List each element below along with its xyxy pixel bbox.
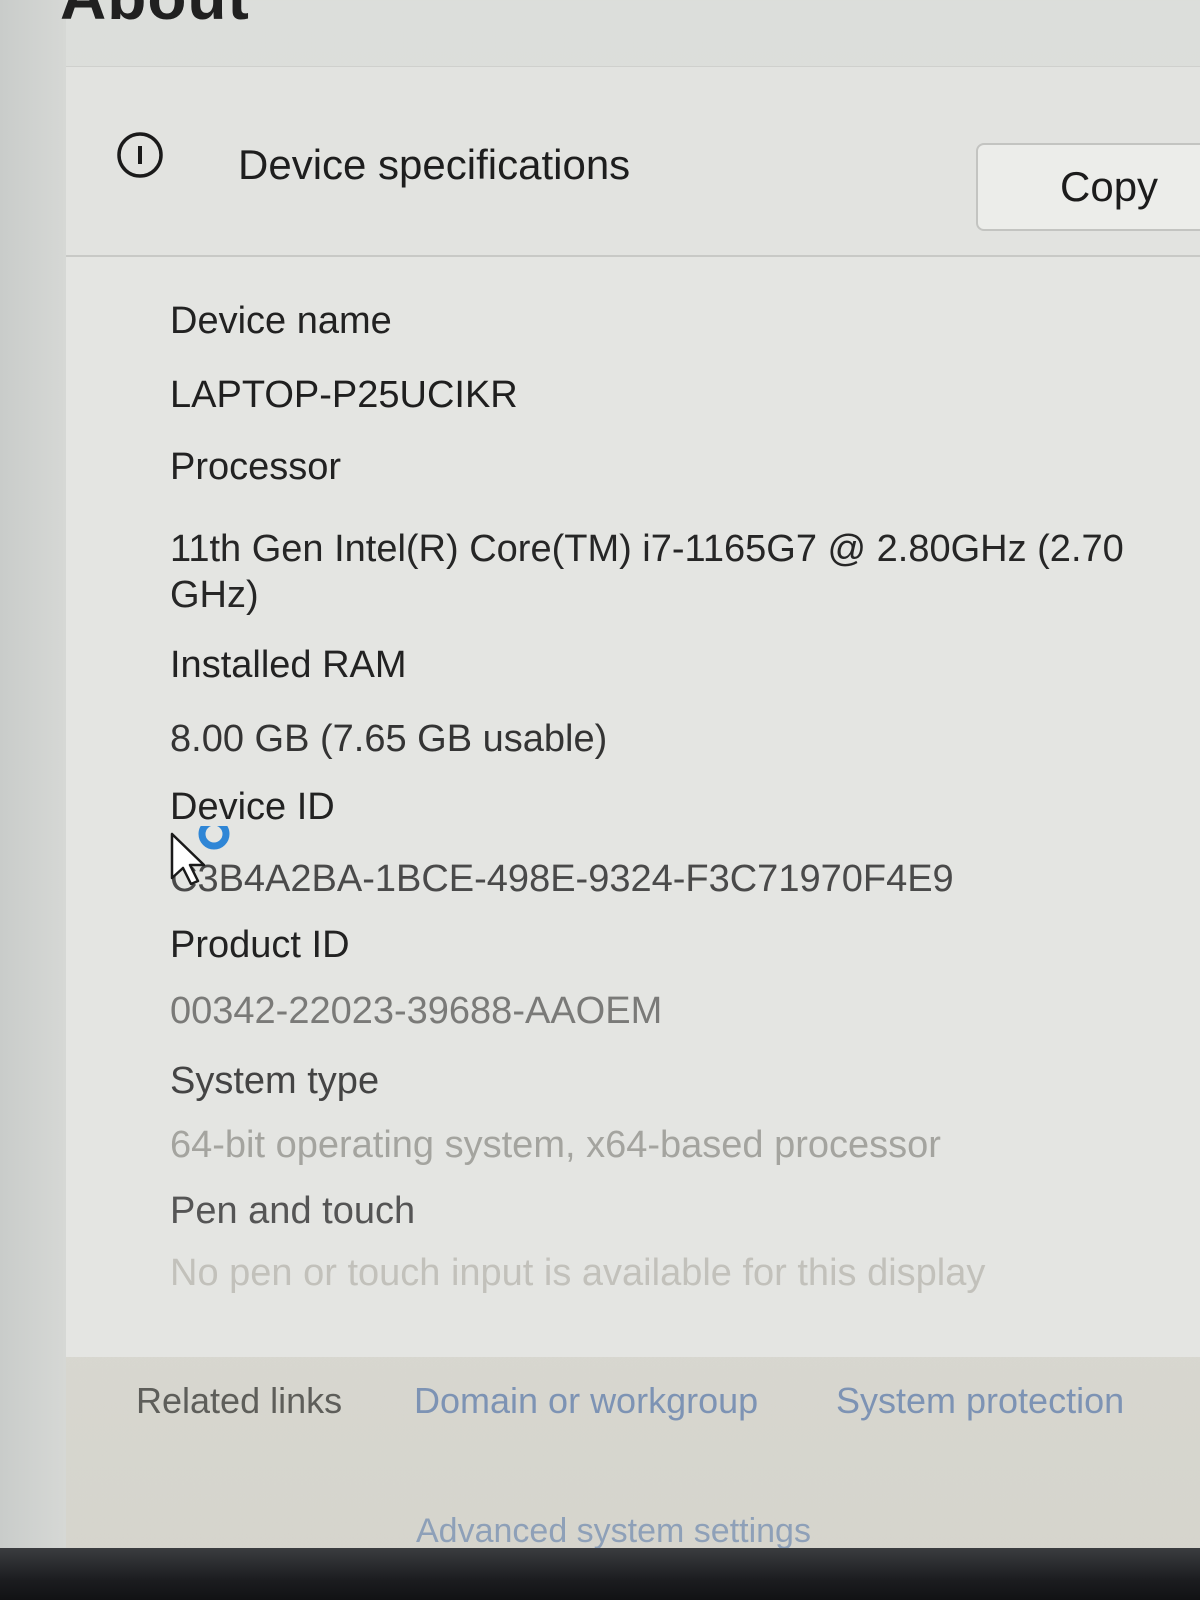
screen-bezel [0, 1548, 1200, 1600]
related-links-row: Related links Domain or workgroup System… [66, 1380, 1200, 1440]
spec-label: Pen and touch [170, 1190, 416, 1232]
spec-device-id: Device ID [170, 782, 335, 832]
spec-value[interactable]: 00342-22023-39688-AAOEM [170, 988, 662, 1034]
page-title: About [60, 0, 250, 34]
spec-installed-ram-value-row: 8.00 GB (7.65 GB usable) [170, 716, 607, 762]
spec-value[interactable]: No pen or touch input is available for t… [170, 1250, 985, 1296]
busy-cursor-icon [170, 826, 230, 886]
related-links-label: Related links [136, 1380, 343, 1421]
spec-system-type-value-row: 64-bit operating system, x64-based proce… [170, 1122, 941, 1168]
spec-product-id: Product ID [170, 920, 350, 970]
info-icon [117, 132, 163, 178]
spec-label: Device ID [170, 786, 335, 828]
window-edge [0, 0, 66, 1600]
spec-installed-ram: Installed RAM [170, 640, 407, 690]
spec-label: Processor [170, 446, 342, 488]
spec-value[interactable]: C3B4A2BA-1BCE-498E-9324-F3C71970F4E9 [170, 856, 954, 902]
spec-device-id-value-row: C3B4A2BA-1BCE-498E-9324-F3C71970F4E9 [170, 856, 954, 902]
spec-value[interactable]: 64-bit operating system, x64-based proce… [170, 1122, 941, 1168]
spec-pen-and-touch: Pen and touch [170, 1186, 415, 1236]
spec-pen-and-touch-value-row: No pen or touch input is available for t… [170, 1250, 985, 1296]
spec-system-type: System type [170, 1056, 379, 1106]
card-title: Device specifications [238, 141, 631, 188]
spec-processor: Processor [170, 442, 341, 492]
spec-label: Product ID [170, 924, 350, 966]
spec-product-id-value-row: 00342-22023-39688-AAOEM [170, 988, 662, 1034]
card-header[interactable]: Device specifications Copy [66, 67, 1200, 257]
spec-value[interactable]: 8.00 GB (7.65 GB usable) [170, 716, 607, 762]
spec-label: System type [170, 1060, 380, 1102]
copy-button[interactable]: Copy [976, 143, 1200, 231]
spec-label: Installed RAM [170, 644, 407, 686]
spec-device-name-value-row: LAPTOP-P25UCIKR [170, 372, 518, 418]
spec-value[interactable]: LAPTOP-P25UCIKR [170, 372, 518, 418]
domain-or-workgroup-link[interactable]: Domain or workgroup [414, 1380, 758, 1422]
spec-processor-value-row: 11th Gen Intel(R) Core(TM) i7-1165G7 @ 2… [170, 526, 1130, 618]
spec-device-name: Device name [170, 296, 392, 346]
spec-value[interactable]: 11th Gen Intel(R) Core(TM) i7-1165G7 @ 2… [170, 526, 1130, 618]
advanced-system-settings-link[interactable]: Advanced system settings [416, 1512, 811, 1551]
system-protection-link[interactable]: System protection [836, 1380, 1124, 1422]
spec-label: Device name [170, 300, 392, 342]
